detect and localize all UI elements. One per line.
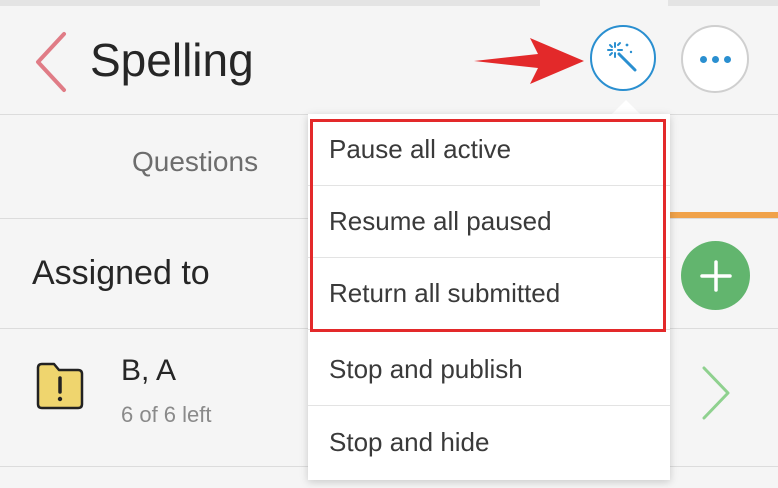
page-title: Spelling [90,34,254,86]
plus-icon [699,259,732,292]
add-assignee-button[interactable] [681,241,750,310]
magic-actions-dropdown: Pause all active Resume all paused Retur… [308,114,670,480]
student-name: B, A [121,354,177,387]
menu-item-stop-and-publish[interactable]: Stop and publish [308,334,670,406]
menu-item-stop-and-hide[interactable]: Stop and hide [308,406,670,478]
student-status: 6 of 6 left [121,402,212,427]
menu-item-pause-all-active[interactable]: Pause all active [308,114,670,186]
assigned-to-heading: Assigned to [32,254,210,292]
magic-wand-button[interactable] [590,25,656,91]
folder-alert-icon [36,362,84,410]
menu-item-resume-all-paused[interactable]: Resume all paused [308,186,670,258]
tab-questions[interactable]: Questions [132,146,258,178]
magic-wand-icon [607,42,637,72]
header: Spelling [0,6,778,114]
menu-item-return-all-submitted[interactable]: Return all submitted [308,258,670,330]
more-dots-icon [699,55,731,63]
red-arrow-annotation-icon [474,38,584,84]
chevron-right-icon [702,366,730,420]
back-button[interactable] [26,28,74,96]
more-options-button[interactable] [681,25,749,93]
dropdown-notch [611,100,641,115]
chevron-left-icon [36,32,66,92]
